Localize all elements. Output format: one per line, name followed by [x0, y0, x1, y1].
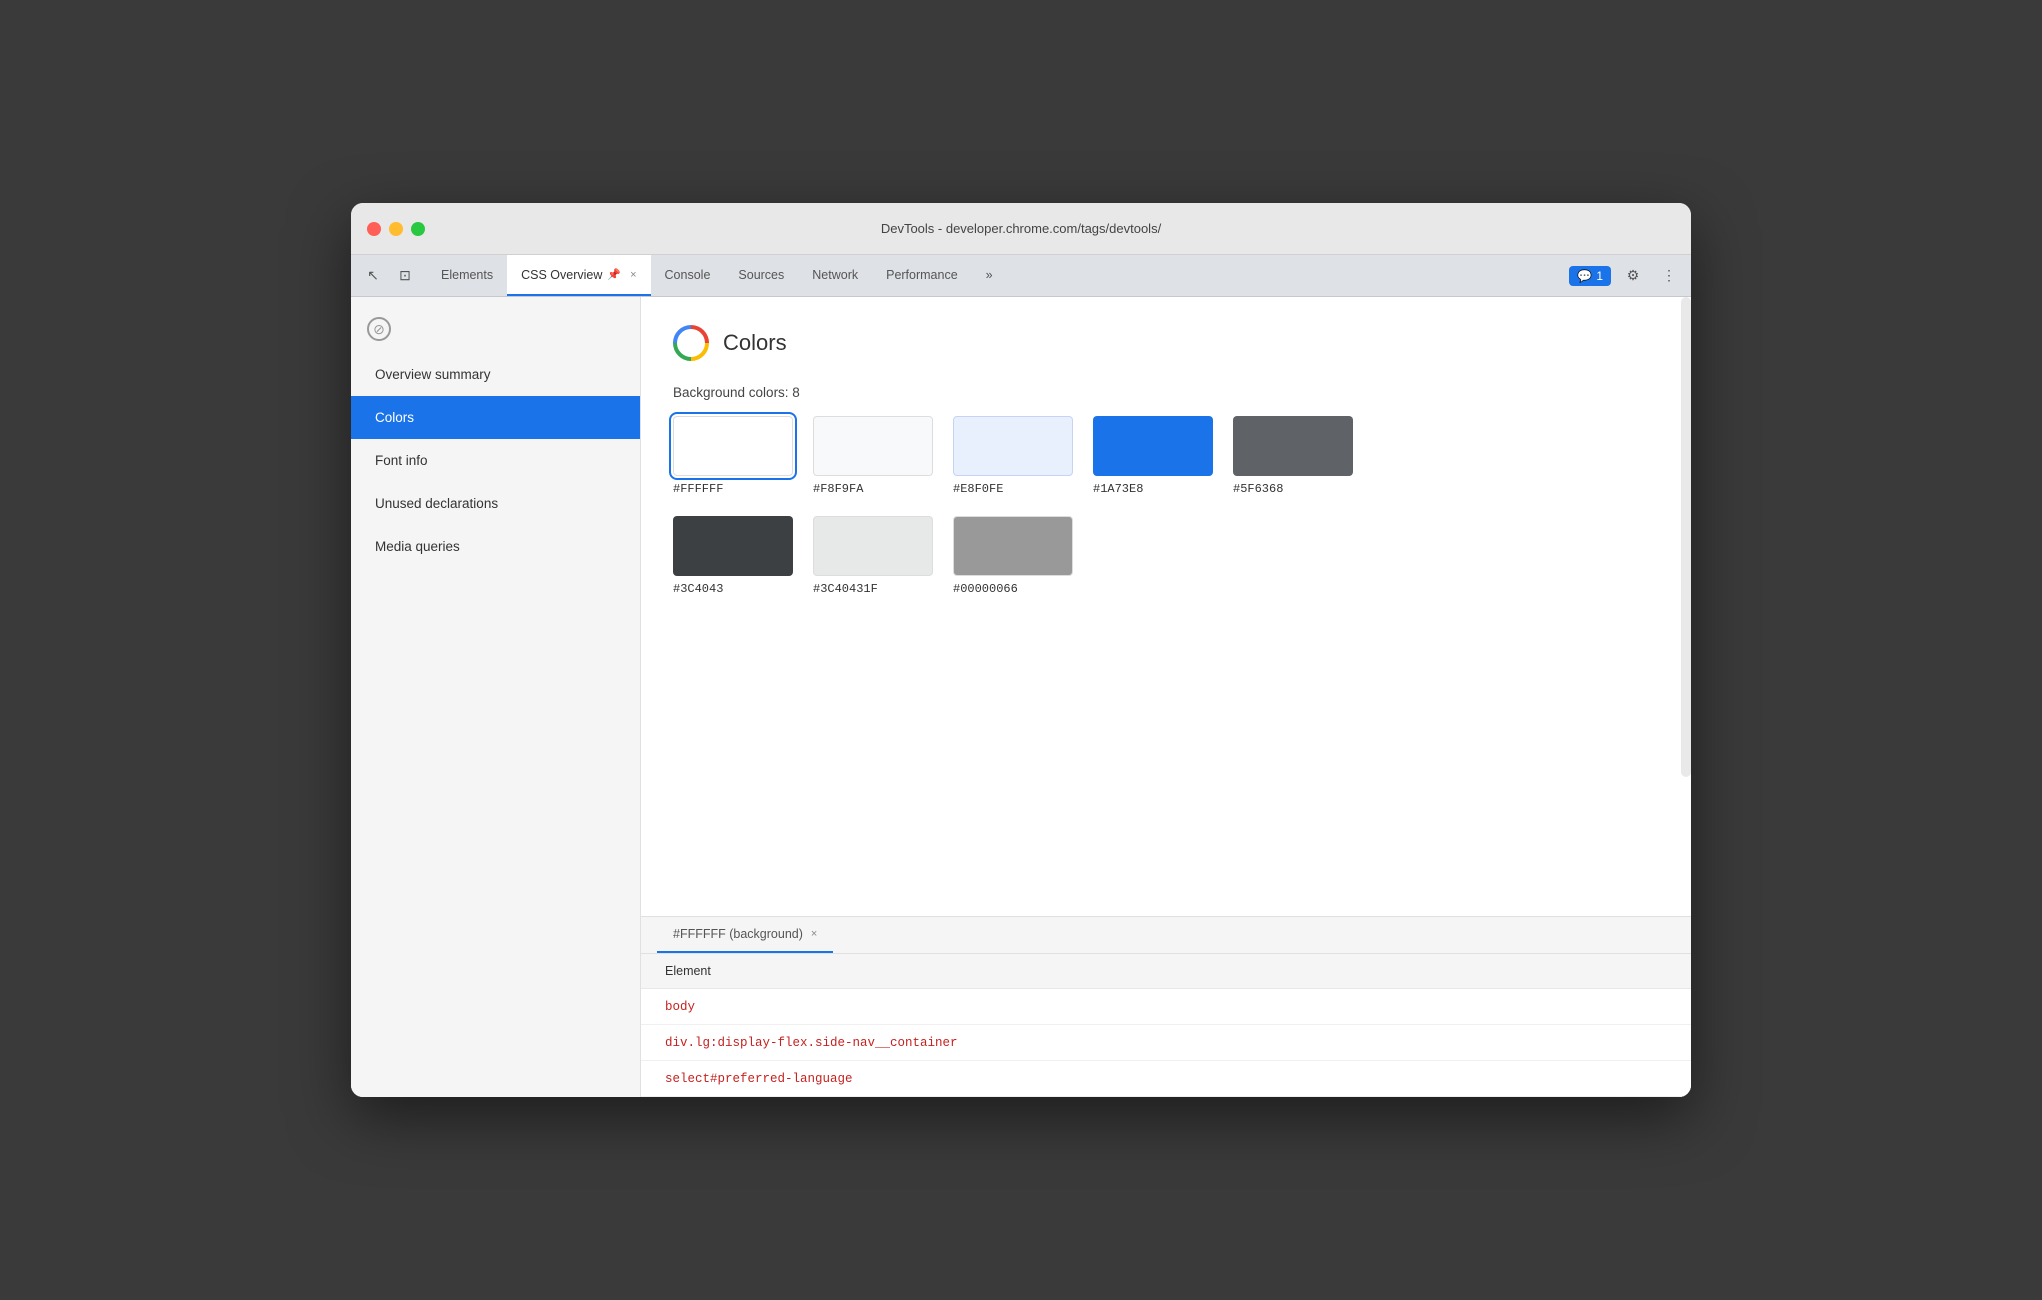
color-label-1a73e8: #1A73E8 — [1093, 482, 1143, 496]
bg-colors-label: Background colors: 8 — [673, 385, 1659, 400]
sidebar-item-media-queries[interactable]: Media queries — [351, 525, 640, 568]
color-swatches-row1: #FFFFFF #F8F9FA #E8F0FE — [673, 416, 1659, 516]
scrollbar[interactable] — [1681, 297, 1691, 777]
traffic-lights — [367, 222, 425, 236]
bottom-panel: #FFFFFF (background) × Element body div.… — [641, 916, 1691, 1097]
tab-elements-label: Elements — [441, 268, 493, 282]
color-box-f8f9fa[interactable] — [813, 416, 933, 476]
tab-console[interactable]: Console — [651, 255, 725, 296]
swatch-e8f0fe: #E8F0FE — [953, 416, 1073, 496]
swatch-f8f9fa: #F8F9FA — [813, 416, 933, 496]
chat-badge[interactable]: 💬 1 — [1569, 266, 1611, 286]
color-box-5f6368[interactable] — [1233, 416, 1353, 476]
colors-header: Colors — [673, 325, 1659, 361]
color-box-e8f0fe[interactable] — [953, 416, 1073, 476]
tab-network-label: Network — [812, 268, 858, 282]
color-label-3c40431f: #3C40431F — [813, 582, 878, 596]
tab-bar: ↖ ⊡ Elements CSS Overview 📌 × Console So… — [351, 255, 1691, 297]
sidebar-item-colors[interactable]: Colors — [351, 396, 640, 439]
no-entry-icon: ⊘ — [367, 317, 391, 341]
tab-performance[interactable]: Performance — [872, 255, 972, 296]
tab-performance-label: Performance — [886, 268, 958, 282]
color-label-5f6368: #5F6368 — [1233, 482, 1283, 496]
swatch-ffffff: #FFFFFF — [673, 416, 793, 496]
color-label-ffffff: #FFFFFF — [673, 482, 723, 496]
minimize-button[interactable] — [389, 222, 403, 236]
chat-count: 1 — [1596, 269, 1603, 283]
content-area: Colors Background colors: 8 #FFFFFF — [641, 297, 1691, 916]
swatch-3c40431f: #3C40431F — [813, 516, 933, 596]
settings-icon[interactable]: ⚙ — [1619, 262, 1647, 290]
tab-css-overview-close[interactable]: × — [630, 269, 636, 281]
color-label-e8f0fe: #E8F0FE — [953, 482, 1003, 496]
color-box-ffffff[interactable] — [673, 416, 793, 476]
more-tabs-icon: » — [986, 268, 993, 282]
sidebar-item-overview-summary[interactable]: Overview summary — [351, 353, 640, 396]
window-title: DevTools - developer.chrome.com/tags/dev… — [881, 221, 1161, 236]
element-selector-select: select#preferred-language — [665, 1072, 853, 1086]
css-overview-pin-icon: 📌 — [607, 268, 621, 281]
tab-network[interactable]: Network — [798, 255, 872, 296]
color-label-00000066: #00000066 — [953, 582, 1018, 596]
chat-icon: 💬 — [1577, 269, 1592, 283]
sidebar-top: ⊘ — [351, 305, 640, 353]
tab-bar-right: 💬 1 ⚙ ⋮ — [1569, 255, 1683, 296]
color-label-3c4043: #3C4043 — [673, 582, 723, 596]
tabs-list: Elements CSS Overview 📌 × Console Source… — [427, 255, 1569, 296]
device-icon[interactable]: ⊡ — [391, 262, 419, 290]
element-selector-body: body — [665, 1000, 695, 1014]
colors-title: Colors — [723, 330, 787, 356]
bottom-tab-bar: #FFFFFF (background) × — [641, 917, 1691, 954]
google-icon — [673, 325, 709, 361]
swatch-3c4043: #3C4043 — [673, 516, 793, 596]
devtools-window: DevTools - developer.chrome.com/tags/dev… — [351, 203, 1691, 1097]
element-table-header: Element — [641, 954, 1691, 989]
bottom-tab-close[interactable]: × — [811, 928, 817, 940]
tab-css-overview-label: CSS Overview — [521, 268, 602, 282]
element-table: Element body div.lg:display-flex.side-na… — [641, 954, 1691, 1097]
color-box-3c4043[interactable] — [673, 516, 793, 576]
tab-sources[interactable]: Sources — [724, 255, 798, 296]
color-label-f8f9fa: #F8F9FA — [813, 482, 863, 496]
sidebar: ⊘ Overview summary Colors Font info Unus… — [351, 297, 641, 1097]
color-box-00000066[interactable] — [953, 516, 1073, 576]
tab-sources-label: Sources — [738, 268, 784, 282]
devtools-icons: ↖ ⊡ — [359, 255, 419, 296]
element-selector-div: div.lg:display-flex.side-nav__container — [665, 1036, 958, 1050]
tab-css-overview[interactable]: CSS Overview 📌 × — [507, 255, 650, 296]
swatch-5f6368: #5F6368 — [1233, 416, 1353, 496]
tab-elements[interactable]: Elements — [427, 255, 507, 296]
swatch-1a73e8: #1A73E8 — [1093, 416, 1213, 496]
sidebar-item-unused-declarations[interactable]: Unused declarations — [351, 482, 640, 525]
main-area: ⊘ Overview summary Colors Font info Unus… — [351, 297, 1691, 1097]
color-swatches-row2: #3C4043 #3C40431F #00000066 — [673, 516, 1659, 616]
tab-more[interactable]: » — [972, 255, 1007, 296]
title-bar: DevTools - developer.chrome.com/tags/dev… — [351, 203, 1691, 255]
maximize-button[interactable] — [411, 222, 425, 236]
element-row-div[interactable]: div.lg:display-flex.side-nav__container — [641, 1025, 1691, 1061]
bottom-tab-label: #FFFFFF (background) — [673, 927, 803, 941]
close-button[interactable] — [367, 222, 381, 236]
color-box-1a73e8[interactable] — [1093, 416, 1213, 476]
colors-section: Colors Background colors: 8 #FFFFFF — [641, 297, 1691, 916]
element-row-body[interactable]: body — [641, 989, 1691, 1025]
cursor-icon[interactable]: ↖ — [359, 262, 387, 290]
swatch-00000066: #00000066 — [953, 516, 1073, 596]
sidebar-item-font-info[interactable]: Font info — [351, 439, 640, 482]
element-row-select[interactable]: select#preferred-language — [641, 1061, 1691, 1097]
color-box-3c40431f[interactable] — [813, 516, 933, 576]
tab-console-label: Console — [665, 268, 711, 282]
more-menu-icon[interactable]: ⋮ — [1655, 262, 1683, 290]
bottom-tab-ffffff[interactable]: #FFFFFF (background) × — [657, 917, 833, 953]
